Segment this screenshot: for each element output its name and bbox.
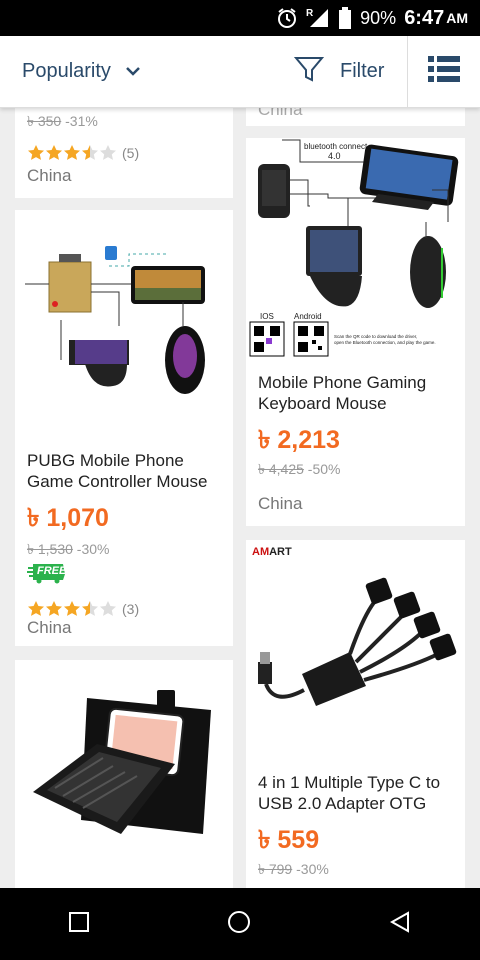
- alarm-icon: [276, 7, 298, 29]
- brand-logo: AMART: [252, 546, 292, 558]
- chevron-down-icon: [125, 60, 141, 83]
- discount: -50%: [307, 461, 341, 477]
- product-grid: ৳ 350 -31% (5) China China PUBG Mobile P…: [0, 108, 480, 888]
- image-text-ios: IOS: [260, 312, 274, 321]
- battery-percent: 90%: [360, 7, 397, 28]
- product-price: ৳ 559: [258, 826, 320, 854]
- list-view-toggle[interactable]: [408, 36, 480, 108]
- product-card[interactable]: bluetooth connect 4.0 IOS Android Scan t…: [246, 138, 465, 526]
- product-card[interactable]: [15, 660, 233, 888]
- location: China: [27, 166, 72, 185]
- product-image: [254, 574, 458, 734]
- sort-dropdown[interactable]: Popularity: [0, 60, 280, 83]
- sort-filter-toolbar: Popularity Filter: [0, 35, 480, 108]
- product-card[interactable]: PUBG Mobile Phone Game Controller Mouse …: [15, 210, 233, 646]
- product-image: [25, 684, 225, 844]
- original-price: ৳ 1,530: [27, 541, 73, 557]
- original-price-row: ৳ 799 -30%: [258, 858, 329, 882]
- original-price-row: ৳ 350 -31%: [27, 110, 98, 134]
- signal-roaming-icon: R: [306, 7, 330, 29]
- rating: (3): [27, 600, 139, 618]
- image-text-bluetooth: bluetooth connect: [304, 142, 368, 151]
- clock: 6:47: [404, 6, 445, 29]
- product-title[interactable]: 4 in 1 Multiple Type C to USB 2.0 Adapte…: [258, 772, 455, 814]
- image-caption-line1: Scan the QR code to download the driver,: [334, 334, 417, 339]
- rating-stars-icon: [28, 145, 116, 160]
- status-bar: R 90% 6:47 AM: [0, 0, 480, 36]
- sort-label: Popularity: [22, 60, 111, 82]
- original-price: ৳ 4,425: [258, 461, 304, 477]
- product-title[interactable]: PUBG Mobile Phone Game Controller Mouse: [27, 450, 223, 492]
- filter-button[interactable]: Filter: [280, 35, 408, 108]
- list-view-icon: [428, 56, 460, 87]
- home-icon: [228, 910, 250, 933]
- product-card[interactable]: AMART 4 in 1 Multiple Type C to USB 2.0 …: [246, 540, 465, 888]
- product-price: ৳ 1,070: [27, 504, 109, 532]
- clock-ampm: AM: [446, 10, 468, 26]
- discount: -30%: [76, 541, 110, 557]
- review-count: (5): [122, 145, 140, 161]
- system-nav-bar: [0, 888, 480, 960]
- battery-icon: [338, 7, 352, 29]
- product-title[interactable]: Mobile Phone Gaming Keyboard Mouse: [258, 372, 455, 414]
- product-price: ৳ 2,213: [258, 426, 340, 454]
- location: China: [258, 494, 303, 513]
- image-caption-line2: open the Bluetooth connection, and play …: [334, 340, 436, 345]
- original-price-row: ৳ 1,530 -30%: [27, 538, 109, 562]
- image-text-android: Android: [294, 312, 322, 321]
- home-button[interactable]: [226, 909, 252, 940]
- recents-icon: [69, 911, 89, 932]
- brand-logo-part-b: ART: [269, 546, 292, 558]
- product-image: [23, 230, 225, 420]
- rating-stars-icon: [28, 601, 116, 616]
- review-count: (3): [122, 601, 140, 617]
- discount: -31%: [65, 113, 98, 129]
- back-icon: [389, 910, 409, 933]
- discount: -30%: [296, 861, 329, 877]
- svg-text:R: R: [306, 8, 314, 19]
- filter-label: Filter: [340, 60, 385, 82]
- original-price: ৳ 799: [258, 861, 293, 877]
- location: China: [27, 618, 72, 637]
- image-text-version: 4.0: [328, 151, 341, 161]
- location: China: [258, 108, 303, 119]
- back-button[interactable]: [388, 910, 412, 939]
- free-shipping-badge: FREE: [27, 562, 67, 584]
- free-badge-label: FREE: [37, 565, 67, 577]
- recent-apps-button[interactable]: [68, 911, 90, 938]
- product-card[interactable]: China: [246, 108, 465, 126]
- brand-logo-part-a: AM: [252, 546, 270, 558]
- rating: (5): [27, 144, 139, 162]
- original-price-row: ৳ 4,425 -50%: [258, 458, 340, 482]
- filter-icon: [293, 55, 325, 89]
- product-card[interactable]: ৳ 350 -31% (5) China: [15, 108, 233, 198]
- product-image: bluetooth connect 4.0 IOS Android Scan t…: [248, 138, 464, 360]
- original-price: ৳ 350: [27, 113, 62, 129]
